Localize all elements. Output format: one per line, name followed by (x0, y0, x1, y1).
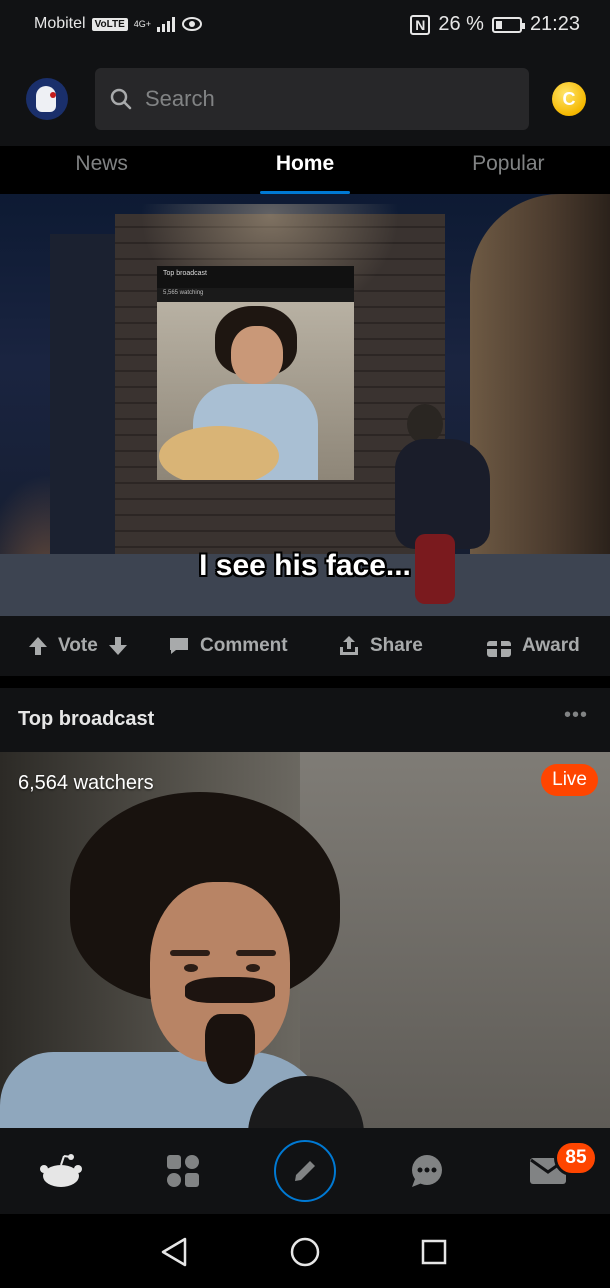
carrier-label: Mobitel (34, 15, 86, 32)
broadcast-video[interactable]: 6,564 watchers Live (0, 752, 610, 1128)
figure-body (395, 439, 490, 549)
eye-icon (182, 17, 203, 31)
tab-home[interactable]: Home (203, 146, 406, 194)
video-goatee (205, 1014, 255, 1084)
search-input[interactable] (145, 86, 505, 112)
inset-subtitle: 5,565 watching (157, 288, 354, 302)
share-icon (340, 636, 358, 655)
tab-popular[interactable]: Popular (407, 146, 610, 194)
app-screen: Mobitel VoLTE 4G+ N 26 % 21:23 C News Ho… (0, 0, 610, 1288)
recent-apps-button[interactable] (416, 1234, 452, 1270)
figure-head (407, 404, 443, 444)
status-bar: Mobitel VoLTE 4G+ N 26 % 21:23 (0, 0, 610, 52)
system-nav-bar (0, 1214, 610, 1288)
battery-fill (495, 20, 502, 29)
upvote-icon[interactable] (28, 636, 48, 656)
inset-broadcast-image: Top broadcast 5,565 watching (157, 266, 354, 480)
status-right: N 26 % 21:23 (410, 13, 580, 36)
nav-discover[interactable] (158, 1146, 208, 1196)
search-bar[interactable] (95, 68, 529, 130)
bottom-nav (0, 1128, 610, 1214)
share-button[interactable]: Share (338, 635, 423, 657)
video-right-eye (246, 964, 260, 972)
avatar[interactable] (26, 78, 68, 120)
avatar-face (36, 86, 56, 112)
award-button[interactable]: Award (486, 634, 580, 658)
downvote-icon[interactable] (108, 636, 128, 656)
circle-home-icon (290, 1237, 320, 1267)
back-button[interactable] (156, 1234, 192, 1270)
comment-label: Comment (200, 635, 288, 656)
inset-face (231, 326, 283, 384)
meme-caption: I see his face... (199, 549, 411, 582)
network-type: 4G+ (133, 18, 152, 29)
square-recents-icon (421, 1239, 447, 1265)
home-icon (40, 1154, 82, 1187)
comment-icon (170, 638, 188, 654)
back-icon (161, 1237, 187, 1267)
video-left-eye (184, 964, 198, 972)
search-icon (110, 88, 132, 110)
watchers-count: 6,564 watchers (18, 772, 154, 794)
section-divider (0, 676, 610, 688)
chat-icon (412, 1155, 442, 1187)
video-background (300, 752, 610, 1128)
nav-create[interactable] (274, 1140, 336, 1202)
vote-label: Vote (58, 635, 98, 656)
app-header: C (0, 52, 610, 146)
signal-icon (157, 16, 176, 32)
broadcast-title: Top broadcast (18, 708, 155, 730)
battery-percent: 26 % (438, 13, 484, 35)
video-left-brow (170, 950, 210, 956)
discover-icon (167, 1155, 199, 1187)
nfc-icon: N (410, 14, 431, 35)
feed-tabs: News Home Popular (0, 146, 610, 194)
inset-title: Top broadcast (157, 266, 354, 288)
battery-icon (491, 16, 525, 33)
comment-button[interactable]: Comment (168, 635, 288, 657)
home-button[interactable] (287, 1234, 323, 1270)
tab-news[interactable]: News (0, 146, 203, 194)
gift-icon (487, 636, 511, 657)
broadcast-header: Top broadcast ••• (0, 688, 610, 752)
create-post-icon (295, 1161, 315, 1181)
post-action-bar: Vote Comment Share Award (0, 616, 610, 676)
video-mustache (185, 977, 275, 1003)
status-left: Mobitel VoLTE 4G+ (34, 15, 203, 33)
clock: 21:23 (529, 13, 580, 35)
coins-icon[interactable]: C (552, 82, 586, 116)
post-image[interactable]: Top broadcast 5,565 watching I see his f… (0, 194, 610, 616)
live-badge: Live (541, 764, 598, 796)
inset-guitar (159, 426, 279, 480)
share-label: Share (370, 635, 423, 656)
vote-control: Vote (28, 635, 128, 657)
inbox-badge: 85 (554, 1140, 598, 1176)
nav-chat[interactable] (402, 1146, 452, 1196)
nav-home[interactable] (36, 1146, 86, 1196)
volte-badge: VoLTE (91, 17, 128, 31)
award-label: Award (522, 635, 580, 656)
video-right-brow (236, 950, 276, 956)
avatar-detail (50, 92, 56, 98)
more-options-icon[interactable]: ••• (564, 704, 588, 727)
